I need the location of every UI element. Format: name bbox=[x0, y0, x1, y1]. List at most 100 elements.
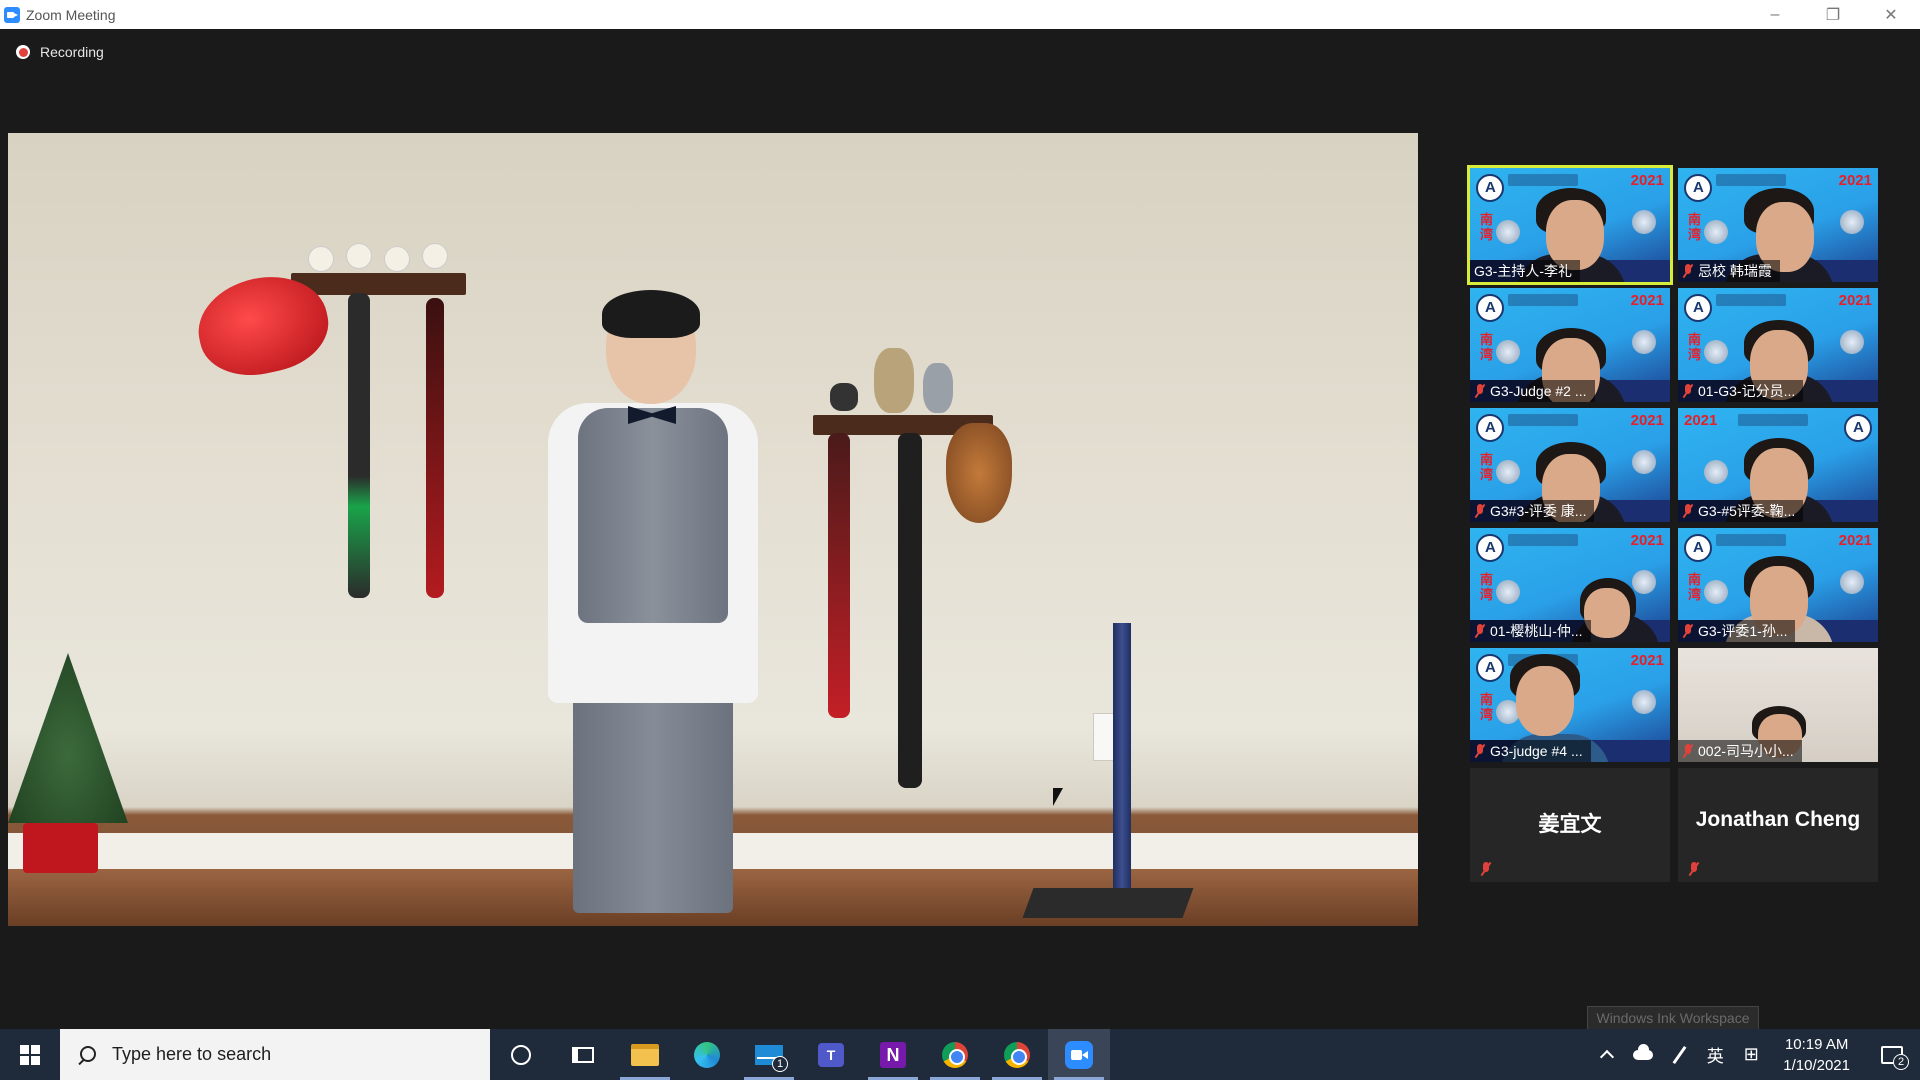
school-banner bbox=[1716, 534, 1786, 546]
show-hidden-icons-button[interactable] bbox=[1589, 1029, 1625, 1080]
windows-logo-icon bbox=[20, 1044, 40, 1065]
school-banner bbox=[1508, 534, 1578, 546]
microphone-graphic-icon bbox=[1704, 460, 1728, 484]
microphone-graphic-icon bbox=[1704, 580, 1728, 604]
clock-time: 10:19 AM bbox=[1784, 1035, 1849, 1053]
scene-speaker-hair bbox=[602, 290, 700, 338]
tile-year: 2021 bbox=[1630, 652, 1664, 669]
scene-trophy bbox=[923, 363, 953, 413]
participant-name: G3-主持人-李礼 bbox=[1474, 263, 1572, 279]
tile-side-text: 南湾 bbox=[1480, 212, 1494, 242]
recording-indicator[interactable]: Recording bbox=[16, 44, 104, 60]
participant-face bbox=[1516, 666, 1574, 736]
scene-baseball bbox=[308, 246, 334, 272]
participant-name: 01-樱桃山-仲... bbox=[1490, 623, 1583, 639]
scene-bat bbox=[348, 293, 370, 598]
participant-tile[interactable]: 2021 南湾 01-G3-记分员... bbox=[1678, 288, 1878, 402]
school-logo-icon bbox=[1476, 534, 1504, 562]
minimize-button[interactable]: – bbox=[1746, 0, 1804, 29]
muted-mic-icon bbox=[1474, 384, 1486, 398]
participant-tile[interactable]: 2021 南湾 G3#3-评委 康... bbox=[1470, 408, 1670, 522]
school-logo-icon bbox=[1476, 294, 1504, 322]
tile-side-text: 南湾 bbox=[1480, 692, 1494, 722]
participant-tile[interactable]: 002-司马小小... bbox=[1678, 648, 1878, 762]
participant-tile[interactable]: 2021 G3-#5评委-鞠... bbox=[1678, 408, 1878, 522]
onenote-button[interactable]: N bbox=[862, 1029, 924, 1080]
microphone-graphic-icon bbox=[1704, 340, 1728, 364]
participant-tile[interactable]: 2021 南湾 G3-Judge #2 ... bbox=[1470, 288, 1670, 402]
school-logo-icon bbox=[1476, 654, 1504, 682]
onedrive-button[interactable] bbox=[1625, 1029, 1661, 1080]
task-view-icon bbox=[572, 1046, 594, 1063]
school-banner bbox=[1508, 174, 1578, 186]
pen-icon bbox=[1672, 1045, 1687, 1064]
tile-side-text: 南湾 bbox=[1480, 332, 1494, 362]
participant-tile[interactable]: 2021 南湾 G3-评委1-孙... bbox=[1678, 528, 1878, 642]
notification-count: 2 bbox=[1893, 1053, 1909, 1070]
scene-bat bbox=[898, 433, 922, 788]
muted-mic-icon bbox=[1474, 504, 1486, 518]
school-banner bbox=[1738, 414, 1808, 426]
taskbar-search[interactable]: Type here to search bbox=[60, 1029, 490, 1080]
start-button[interactable] bbox=[0, 1029, 60, 1080]
clock[interactable]: 10:19 AM 1/10/2021 bbox=[1769, 1034, 1864, 1076]
recording-label: Recording bbox=[40, 44, 104, 60]
scene-speaker-vest bbox=[578, 408, 728, 623]
participant-tile[interactable]: Jonathan Cheng bbox=[1678, 768, 1878, 882]
file-explorer-button[interactable] bbox=[614, 1029, 676, 1080]
cortana-button[interactable] bbox=[490, 1029, 552, 1080]
school-logo-icon bbox=[1684, 534, 1712, 562]
school-banner bbox=[1716, 174, 1786, 186]
participant-name-plate: G3#3-评委 康... bbox=[1470, 500, 1595, 522]
participant-name: G3#3-评委 康... bbox=[1490, 503, 1587, 519]
participant-tile[interactable]: 2021 南湾 忌校 韩瑞霞 bbox=[1678, 168, 1878, 282]
mail-button[interactable]: 1 bbox=[738, 1029, 800, 1080]
microphone-graphic-icon bbox=[1632, 690, 1656, 714]
window-controls: – ❐ ✕ bbox=[1746, 0, 1920, 29]
participant-name: G3-Judge #2 ... bbox=[1490, 383, 1587, 399]
participant-name: 忌校 韩瑞霞 bbox=[1698, 263, 1772, 279]
microphone-graphic-icon bbox=[1840, 210, 1864, 234]
tile-year: 2021 bbox=[1684, 412, 1718, 429]
scene-bat bbox=[828, 433, 850, 718]
chrome-profile-button[interactable] bbox=[986, 1029, 1048, 1080]
teams-button[interactable]: T bbox=[800, 1029, 862, 1080]
ime-mode-button[interactable]: 英 bbox=[1697, 1029, 1733, 1080]
close-button[interactable]: ✕ bbox=[1862, 0, 1920, 29]
participant-name-plate: G3-judge #4 ... bbox=[1470, 740, 1591, 762]
microphone-graphic-icon bbox=[1632, 570, 1656, 594]
scene-trophy bbox=[830, 383, 858, 411]
chevron-up-icon bbox=[1600, 1049, 1615, 1065]
windows-ink-button[interactable] bbox=[1661, 1029, 1697, 1080]
active-speaker-video[interactable] bbox=[8, 133, 1418, 926]
participant-tile[interactable]: 2021 南湾 G3-主持人-李礼 bbox=[1467, 165, 1673, 285]
zoom-app-icon bbox=[4, 6, 20, 23]
scene-baseball bbox=[346, 243, 372, 269]
muted-mic-icon bbox=[1682, 384, 1694, 398]
restore-button[interactable]: ❐ bbox=[1804, 0, 1862, 29]
edge-button[interactable] bbox=[676, 1029, 738, 1080]
participant-tile[interactable]: 姜宜文 bbox=[1470, 768, 1670, 882]
title-bar: Zoom Meeting – ❐ ✕ bbox=[0, 0, 1920, 29]
scene-glove bbox=[946, 423, 1012, 523]
microphone-graphic-icon bbox=[1632, 210, 1656, 234]
participant-name-plate: G3-#5评委-鞠... bbox=[1678, 500, 1804, 522]
notification-icon: 2 bbox=[1881, 1045, 1909, 1070]
school-logo-icon bbox=[1476, 174, 1504, 202]
participant-name-plate: G3-评委1-孙... bbox=[1678, 620, 1796, 642]
microphone-graphic-icon bbox=[1496, 460, 1520, 484]
participant-tile[interactable]: 2021 南湾 01-樱桃山-仲... bbox=[1470, 528, 1670, 642]
muted-mic-icon bbox=[1688, 862, 1700, 876]
notifications-button[interactable]: 2 bbox=[1864, 1029, 1920, 1080]
edge-icon bbox=[694, 1041, 720, 1068]
task-view-button[interactable] bbox=[552, 1029, 614, 1080]
ime-keyboard-button[interactable]: ⊞ bbox=[1733, 1029, 1769, 1080]
system-tray: 英 ⊞ 10:19 AM 1/10/2021 2 bbox=[1589, 1029, 1920, 1080]
zoom-taskbar-button[interactable] bbox=[1048, 1029, 1110, 1080]
microphone-graphic-icon bbox=[1496, 580, 1520, 604]
participant-name-plate: G3-Judge #2 ... bbox=[1470, 380, 1595, 402]
teams-icon: T bbox=[818, 1042, 844, 1067]
chrome-button[interactable] bbox=[924, 1029, 986, 1080]
windows-ink-tooltip: Windows Ink Workspace bbox=[1587, 1006, 1759, 1030]
participant-tile[interactable]: 2021 南湾 G3-judge #4 ... bbox=[1470, 648, 1670, 762]
